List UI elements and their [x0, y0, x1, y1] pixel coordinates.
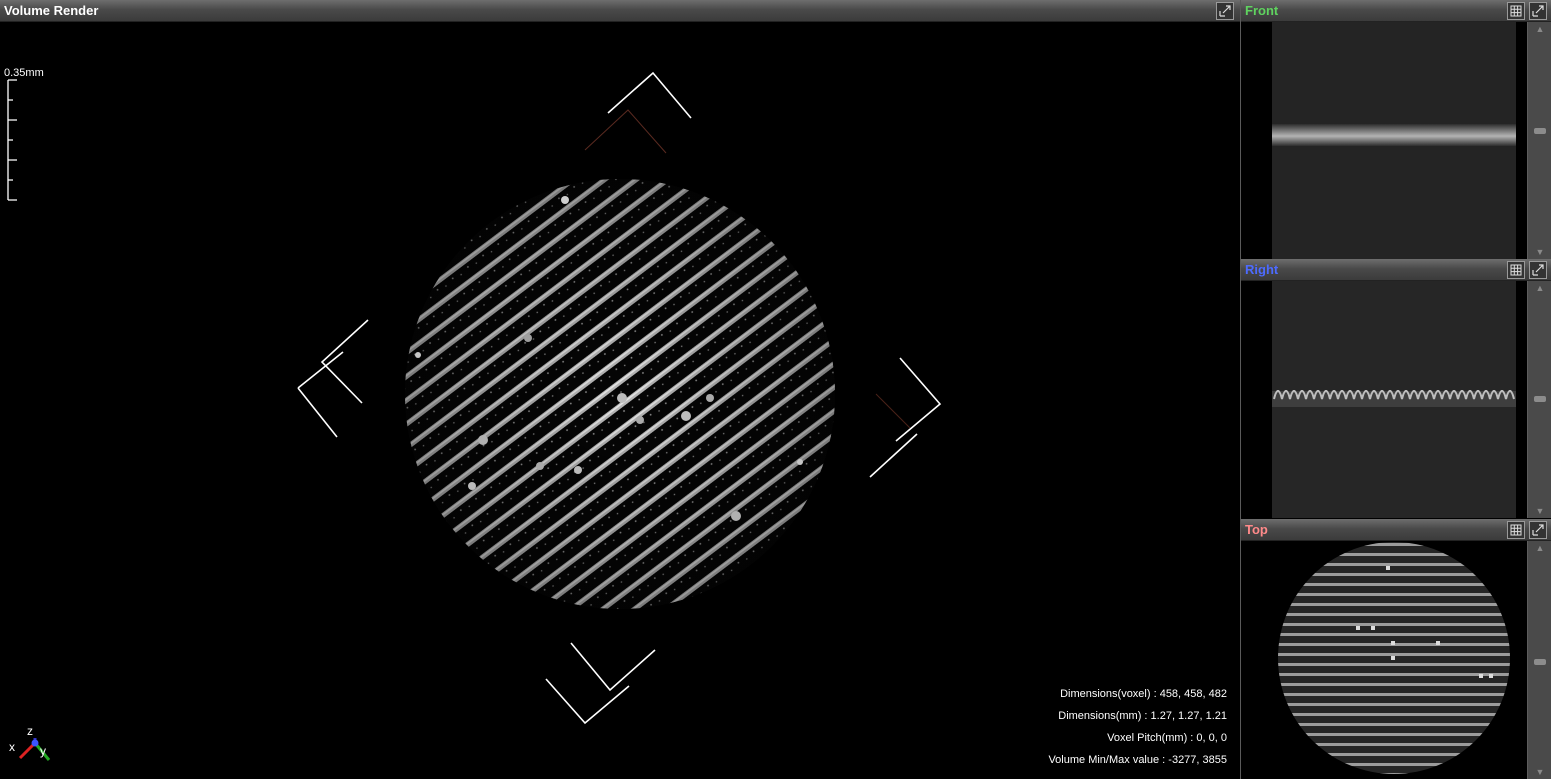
scroll-down-icon[interactable]: ▼: [1528, 247, 1551, 257]
volume-render-title: Volume Render: [4, 3, 99, 18]
grid-icon[interactable]: [1507, 261, 1525, 279]
scale-bar: [7, 79, 17, 201]
scroll-down-icon[interactable]: ▼: [1528, 506, 1551, 516]
info-voxel-pitch: Voxel Pitch(mm) : 0, 0, 0: [1107, 732, 1227, 744]
render-canvas[interactable]: 0.35mm x y z Dimensions(voxel) : 458, 45…: [0, 22, 1240, 779]
volume-render-titlebar: Volume Render: [0, 0, 1240, 22]
volume-disc: [405, 179, 835, 609]
info-dimensions-mm: Dimensions(mm) : 1.27, 1.27, 1.21: [1058, 710, 1227, 722]
right-slice-image[interactable]: [1241, 281, 1527, 518]
volume-info: Dimensions(voxel) : 458, 458, 482 Dimens…: [1048, 683, 1227, 771]
scroll-thumb[interactable]: [1534, 659, 1546, 665]
grid-icon[interactable]: [1507, 2, 1525, 20]
scroll-thumb[interactable]: [1534, 128, 1546, 134]
info-min-max: Volume Min/Max value : -3277, 3855: [1048, 754, 1227, 766]
top-scrollbar[interactable]: ▲ ▼: [1527, 541, 1551, 779]
right-scrollbar[interactable]: ▲ ▼: [1527, 281, 1551, 518]
axis-label-z: z: [27, 724, 33, 738]
top-slice-image[interactable]: [1241, 541, 1527, 779]
scroll-down-icon[interactable]: ▼: [1528, 767, 1551, 777]
top-titlebar: Top: [1241, 519, 1551, 541]
scroll-up-icon[interactable]: ▲: [1528, 24, 1551, 34]
maximize-icon[interactable]: [1216, 2, 1234, 20]
top-view[interactable]: Top ▲ ▼: [1241, 519, 1551, 779]
info-dimensions-voxel: Dimensions(voxel) : 458, 458, 482: [1060, 688, 1227, 700]
maximize-icon[interactable]: [1529, 2, 1547, 20]
grid-icon[interactable]: [1507, 521, 1525, 539]
axis-label-x: x: [9, 740, 15, 754]
right-titlebar: Right: [1241, 259, 1551, 281]
maximize-icon[interactable]: [1529, 521, 1547, 539]
right-title: Right: [1245, 262, 1279, 277]
top-title: Top: [1245, 522, 1268, 537]
scroll-up-icon[interactable]: ▲: [1528, 283, 1551, 293]
front-titlebar: Front: [1241, 0, 1551, 22]
axis-label-y: y: [40, 744, 46, 758]
scroll-thumb[interactable]: [1534, 396, 1546, 402]
front-scrollbar[interactable]: ▲ ▼: [1527, 22, 1551, 259]
front-title: Front: [1245, 3, 1279, 18]
maximize-icon[interactable]: [1529, 261, 1547, 279]
scroll-up-icon[interactable]: ▲: [1528, 543, 1551, 553]
right-view[interactable]: Right ▲ ▼: [1241, 259, 1551, 518]
scale-label: 0.35mm: [4, 67, 44, 79]
front-view[interactable]: Front ▲ ▼: [1241, 0, 1551, 259]
front-slice-image[interactable]: [1241, 22, 1527, 259]
volume-render-view[interactable]: Volume Render 0.35mm x y z Dimensions(vo…: [0, 0, 1240, 779]
